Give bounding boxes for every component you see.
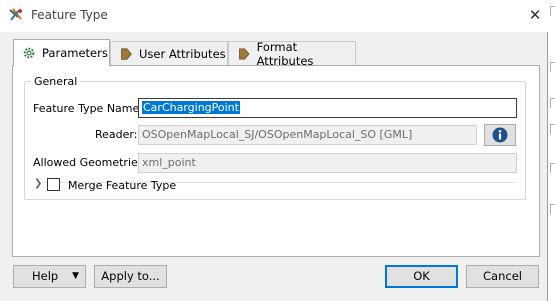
allowed-geometries-field: xml_point (138, 153, 517, 173)
window-title: Feature Type (31, 8, 108, 22)
help-button-label: Help (32, 269, 59, 283)
feature-type-name-label: Feature Type Name: (33, 102, 143, 115)
tab-parameters-label: Parameters (42, 46, 108, 60)
background-edge-mark (550, 62, 555, 72)
background-window-edge (548, 0, 555, 301)
reader-info-button[interactable] (484, 124, 516, 146)
gear-icon (23, 47, 35, 59)
tab-user-attributes[interactable]: User Attributes (110, 41, 228, 65)
help-button[interactable]: Help ▼ (13, 265, 86, 288)
cancel-button[interactable]: Cancel (466, 265, 539, 288)
reader-field: OSOpenMapLocal_SJ/OSOpenMapLocal_SO [GML… (138, 125, 477, 145)
feature-type-name-value: CarChargingPoint (142, 101, 240, 114)
allowed-geometries-label: Allowed Geometries: (33, 156, 148, 169)
chevron-right-icon[interactable]: ❯ (34, 178, 42, 189)
merge-feature-type-label: Merge Feature Type (68, 179, 177, 192)
ok-button[interactable]: OK (385, 265, 458, 288)
info-icon (492, 127, 508, 143)
tab-format-attributes-label: Format Attributes (256, 39, 314, 68)
title-bar: Feature Type ✕ (0, 0, 548, 32)
tab-user-attributes-label: User Attributes (139, 46, 226, 61)
tag-arrow-icon (239, 47, 250, 60)
caret-down-icon: ▼ (72, 271, 79, 281)
background-edge-mark (550, 204, 555, 214)
general-group-title: General (31, 75, 81, 88)
apply-to-button[interactable]: Apply to... (94, 265, 167, 288)
feature-type-name-field[interactable]: CarChargingPoint (138, 98, 517, 118)
tab-format-attributes[interactable]: Format Attributes (228, 39, 356, 68)
background-edge-mark (550, 98, 555, 108)
background-edge-mark (550, 6, 555, 16)
tag-arrow-icon (121, 47, 132, 60)
close-icon[interactable]: ✕ (523, 4, 547, 26)
fme-app-icon (9, 8, 22, 21)
merge-feature-type-checkbox[interactable] (47, 178, 60, 191)
background-edge-mark (550, 124, 555, 134)
feature-type-dialog: Feature Type ✕ Parameters User Attribute… (0, 0, 548, 301)
background-edge-mark (550, 163, 555, 173)
reader-label: Reader: (95, 128, 138, 141)
tab-parameters[interactable]: Parameters (13, 39, 110, 66)
